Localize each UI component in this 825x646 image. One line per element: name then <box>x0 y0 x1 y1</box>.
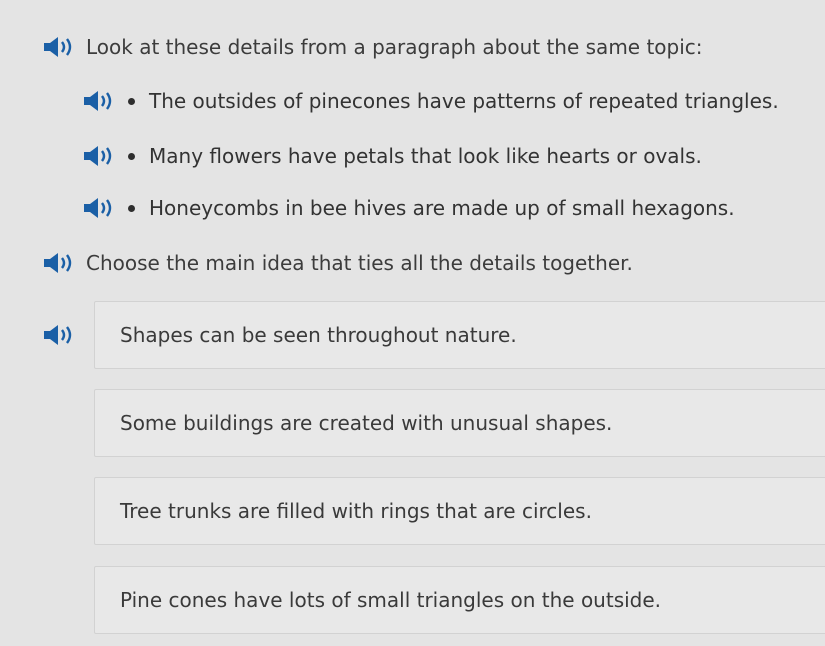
answer-choice-4[interactable]: Pine cones have lots of small triangles … <box>94 566 825 634</box>
speaker-icon[interactable] <box>42 322 80 348</box>
question-row: Choose the main idea that ties all the d… <box>42 250 633 276</box>
answer-choice-3[interactable]: Tree trunks are filled with rings that a… <box>94 477 825 545</box>
speaker-icon[interactable] <box>82 143 120 169</box>
choice-text: Pine cones have lots of small triangles … <box>120 588 662 612</box>
detail-text: Many flowers have petals that look like … <box>149 144 702 168</box>
speaker-icon[interactable] <box>82 88 120 114</box>
detail-text: Honeycombs in bee hives are made up of s… <box>149 196 735 220</box>
detail-item: Many flowers have petals that look like … <box>82 143 702 169</box>
answer-choice-1[interactable]: Shapes can be seen throughout nature. <box>94 301 825 369</box>
prompt-text: Look at these details from a paragraph a… <box>86 35 703 59</box>
speaker-icon[interactable] <box>82 195 120 221</box>
detail-item: Honeycombs in bee hives are made up of s… <box>82 195 735 221</box>
speaker-icon[interactable] <box>42 34 80 60</box>
bullet-icon <box>128 97 135 105</box>
bullet-icon <box>128 204 135 212</box>
speaker-icon[interactable] <box>42 250 80 276</box>
question-text: Choose the main idea that ties all the d… <box>86 251 633 275</box>
choice-audio <box>42 322 80 348</box>
choice-text: Tree trunks are filled with rings that a… <box>120 499 592 523</box>
detail-item: The outsides of pinecones have patterns … <box>82 88 779 114</box>
bullet-icon <box>128 152 135 160</box>
detail-text: The outsides of pinecones have patterns … <box>149 89 779 113</box>
prompt-row: Look at these details from a paragraph a… <box>42 34 703 60</box>
answer-choice-2[interactable]: Some buildings are created with unusual … <box>94 389 825 457</box>
choice-text: Shapes can be seen throughout nature. <box>120 323 517 347</box>
choice-text: Some buildings are created with unusual … <box>120 411 613 435</box>
